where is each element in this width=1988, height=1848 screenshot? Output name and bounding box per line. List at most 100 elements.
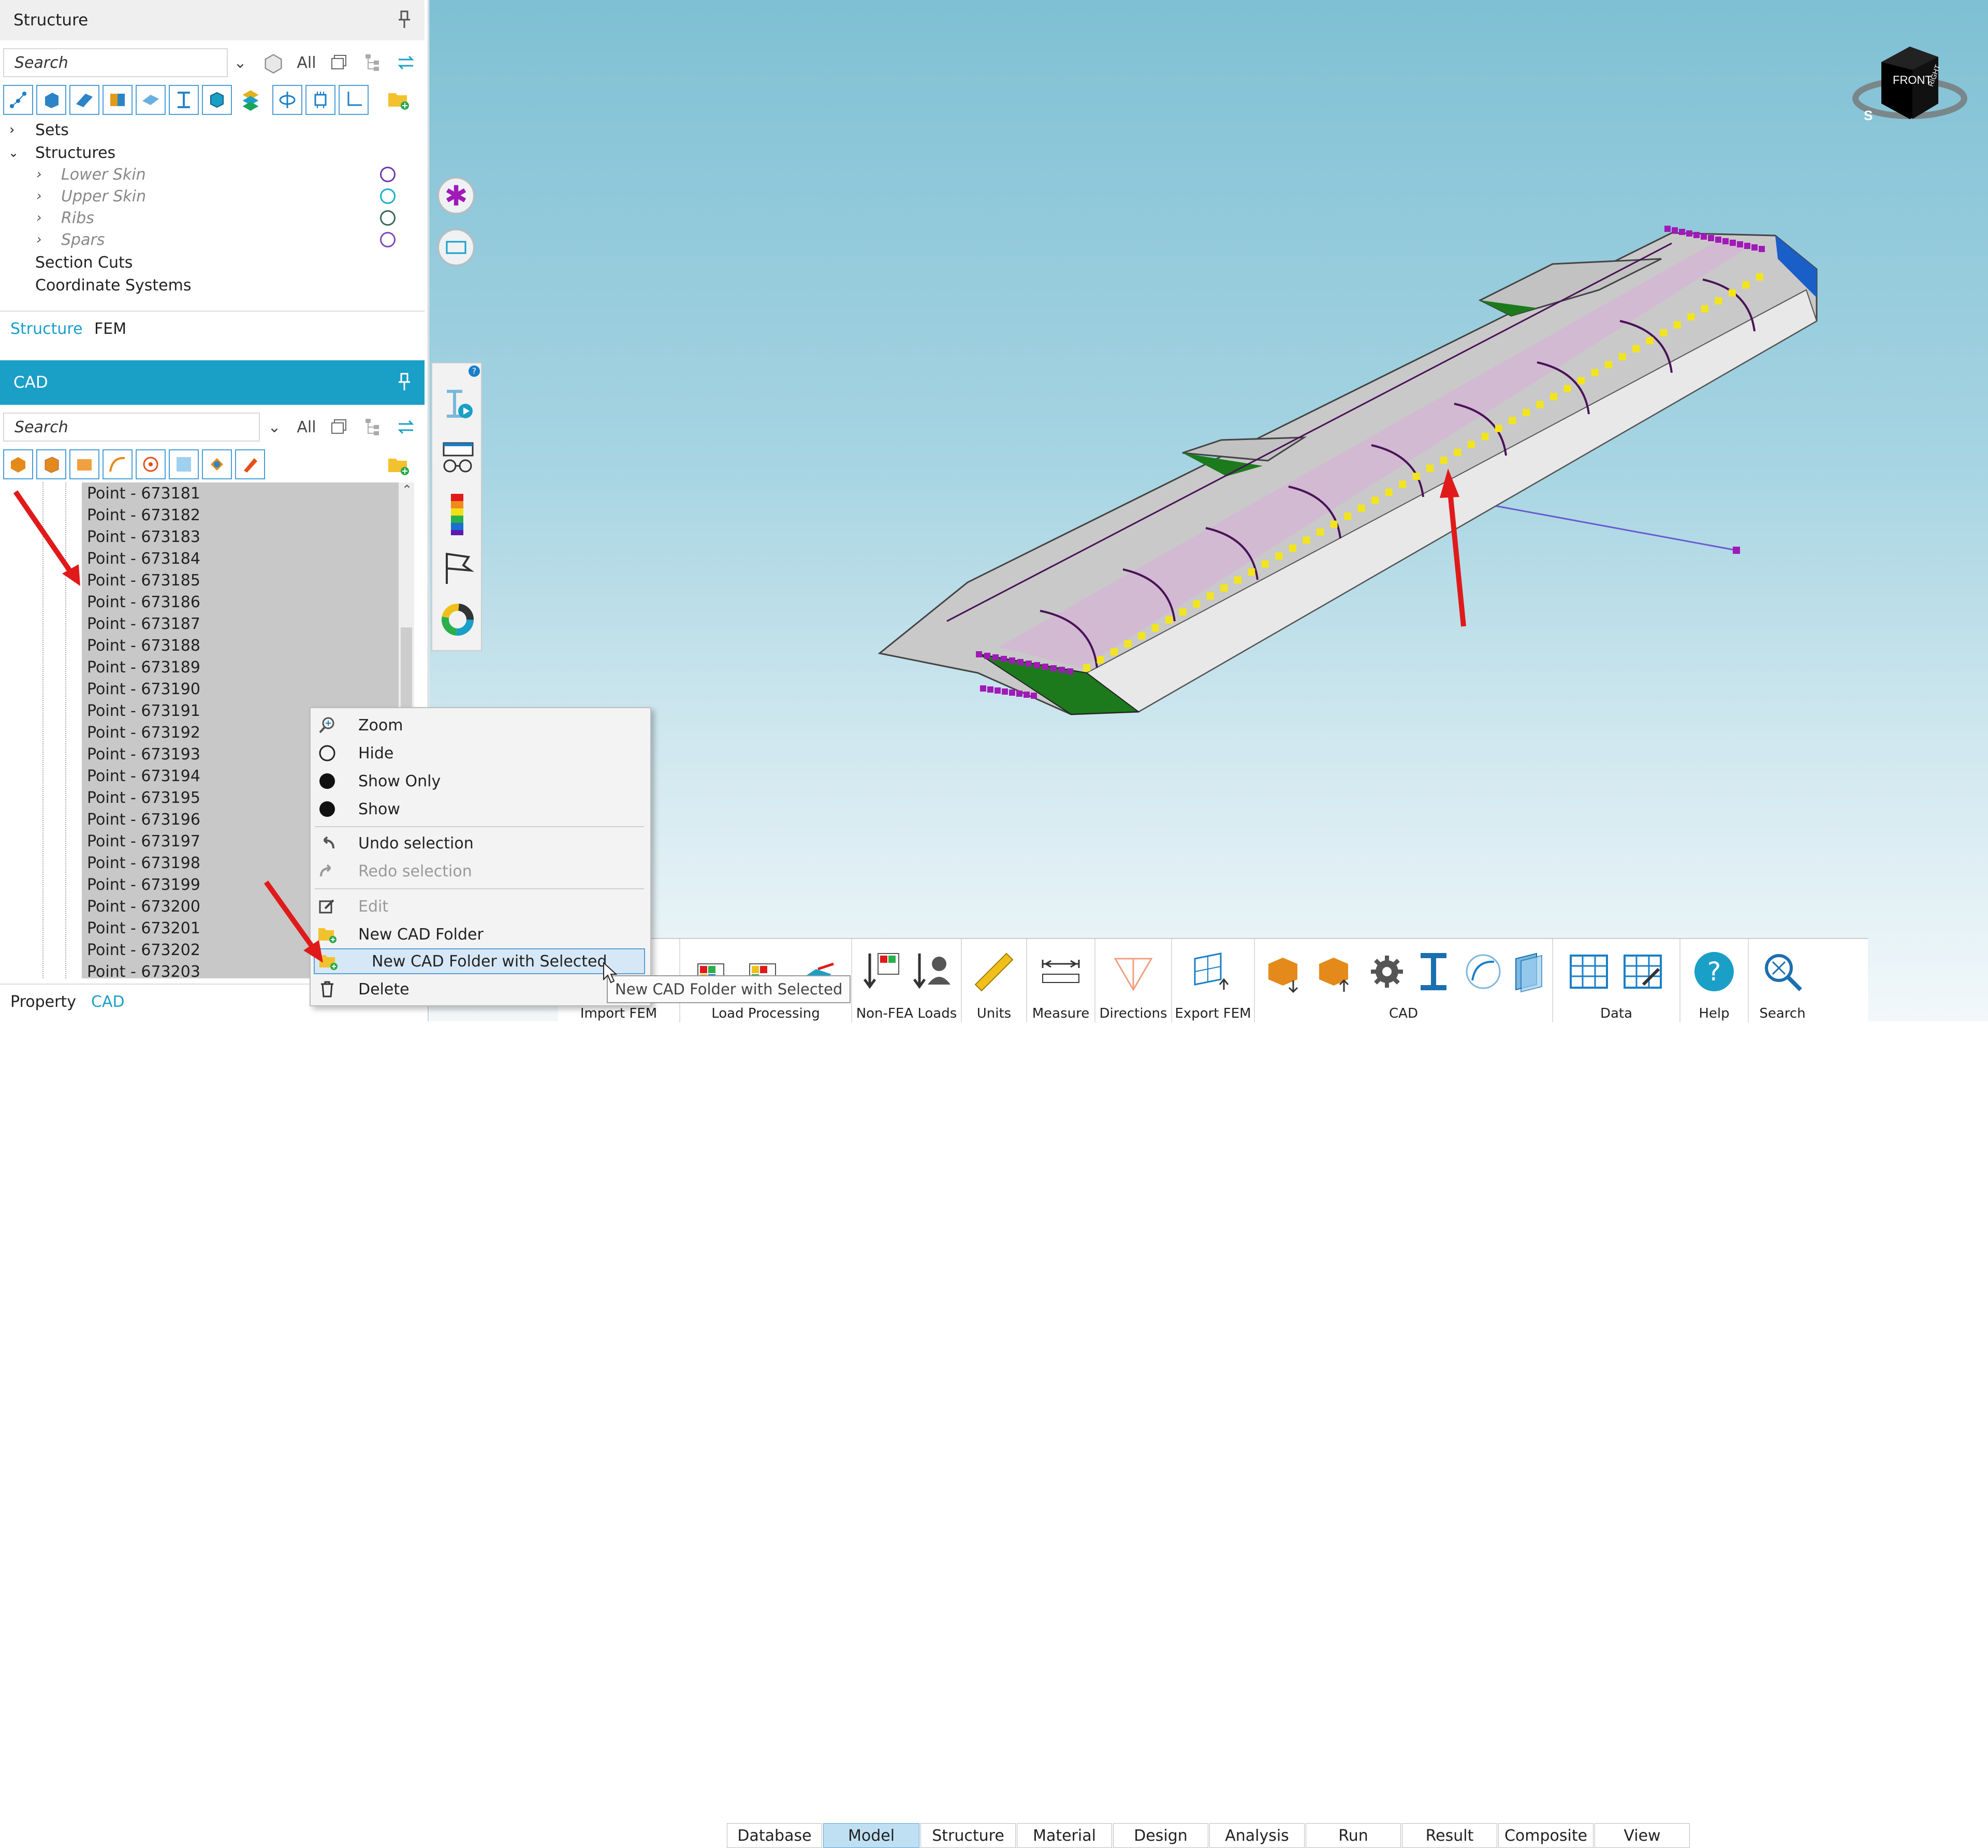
filter-all-label[interactable]: All [296,415,317,439]
spar-point[interactable] [1248,568,1255,576]
view-cube[interactable]: FRONT RIGHT S [1850,36,1969,129]
boundary-point[interactable] [1009,657,1015,664]
menu-item-hide[interactable]: Hide [311,740,648,766]
tree-item-spars[interactable]: › Spars [0,229,425,251]
help-icon[interactable]: ? [469,365,480,377]
spar-point[interactable] [1179,608,1187,616]
boundary-point[interactable] [1679,229,1685,235]
chevron-right-icon[interactable]: › [9,122,14,138]
spar-point[interactable] [1536,401,1544,408]
panel-tool-button[interactable] [69,85,99,115]
tab-design[interactable]: Design [1113,1823,1208,1848]
ruler-icon[interactable] [970,948,1017,995]
boundary-point[interactable] [1042,664,1048,670]
list-item[interactable]: Point - 673183 [82,526,404,548]
tab-material[interactable]: Material [1017,1823,1112,1848]
tree-item-upper-skin[interactable]: › Upper Skin [0,185,425,207]
new-folder-icon[interactable] [386,453,410,476]
glasses-icon[interactable] [438,440,477,478]
boundary-point[interactable] [1737,241,1743,247]
spar-point[interactable] [1138,632,1146,640]
cad-import-icon[interactable] [1262,948,1309,995]
boundary-point[interactable] [976,651,982,657]
list-item[interactable]: Point - 673186 [82,591,404,613]
copy-icon[interactable] [329,415,350,439]
table-edit-icon[interactable] [1619,948,1666,995]
chevron-right-icon[interactable]: › [36,232,41,247]
tab-fem[interactable]: FEM [94,320,126,338]
search-icon[interactable] [1759,948,1806,995]
visibility-toggle[interactable] [380,188,396,204]
boundary-point[interactable] [1001,656,1007,662]
boundary-point[interactable] [1031,693,1037,699]
list-item[interactable]: Point - 673188 [82,635,404,656]
boundary-point[interactable] [1664,226,1671,232]
spar-point[interactable] [1440,457,1448,464]
view-cube-front-label[interactable]: FRONT [1893,74,1932,87]
measure-icon[interactable] [1037,948,1084,995]
spar-point[interactable] [1330,520,1338,528]
menu-item-redo-selection[interactable]: Redo selection [311,858,648,884]
spar-point[interactable] [1193,600,1201,608]
ibeam-tool-button[interactable] [169,85,199,115]
spar-point[interactable] [1618,353,1626,361]
spar-point[interactable] [1563,385,1571,392]
box-tool-button[interactable] [202,85,232,115]
spar-point[interactable] [1083,664,1090,671]
spar-point[interactable] [1206,592,1214,600]
sync-arrows-icon[interactable] [396,51,416,75]
spar-point[interactable] [1550,393,1558,401]
boundary-point[interactable] [1686,230,1692,237]
list-item[interactable]: Point - 673185 [82,569,404,591]
boundary-point[interactable] [1693,232,1700,238]
spar-point[interactable] [1151,624,1159,632]
spar-point[interactable] [1467,441,1475,448]
menu-item-zoom[interactable]: Zoom [311,712,648,738]
boundary-point[interactable] [1701,233,1707,240]
boundary-point[interactable] [1009,690,1015,696]
spar-point[interactable] [1728,289,1736,297]
boundary-point[interactable] [995,687,1001,694]
chevron-right-icon[interactable]: › [36,210,41,226]
cad-measure-button[interactable] [235,449,265,479]
tree-item-coordinate-systems[interactable]: Coordinate Systems [0,274,425,296]
visibility-toggle[interactable] [380,167,396,182]
spar-point[interactable] [1481,433,1489,441]
boundary-point[interactable] [980,685,986,692]
help-circle-icon[interactable]: ? [1691,948,1737,995]
tree-item-sets[interactable]: › Sets [0,119,425,141]
chip-tool-button[interactable] [305,85,335,115]
tab-composite[interactable]: Composite [1498,1823,1594,1848]
chevron-down-icon[interactable]: ⌄ [230,51,251,75]
boundary-point[interactable] [1672,227,1678,233]
cad-export-icon[interactable] [1313,948,1360,995]
menu-item-undo-selection[interactable]: Undo selection [311,830,648,856]
spar-point[interactable] [1605,361,1613,369]
spar-point[interactable] [1412,473,1420,480]
load-arrow-icon[interactable] [859,948,906,995]
tab-run[interactable]: Run [1306,1823,1401,1848]
spar-point[interactable] [1591,369,1599,376]
frame-view-button[interactable] [437,229,475,266]
menu-item-new-cad-folder[interactable]: New CAD Folder [311,921,648,947]
spar-point[interactable] [1673,321,1681,329]
spar-point[interactable] [1646,337,1654,345]
nodes-tool-button[interactable] [3,85,33,115]
spar-point[interactable] [1454,448,1461,456]
tree-item-lower-skin[interactable]: › Lower Skin [0,164,425,185]
spar-point[interactable] [1124,640,1132,648]
chevron-right-icon[interactable]: › [36,188,41,204]
sync-arrows-icon[interactable] [396,415,416,439]
boundary-point[interactable] [987,686,993,693]
boundary-point[interactable] [1050,665,1057,671]
spar-point[interactable] [1632,345,1640,353]
ibeam-3d-icon[interactable] [1410,948,1457,995]
boundary-point[interactable] [1730,240,1736,246]
menu-item-edit[interactable]: Edit [311,893,648,919]
cad-solid-button[interactable] [3,449,33,479]
list-item[interactable]: Point - 673182 [82,504,404,526]
boundary-point[interactable] [1708,235,1714,241]
flag-icon[interactable] [440,550,476,586]
spar-point[interactable] [1687,313,1695,321]
boundary-point[interactable] [1722,238,1729,244]
